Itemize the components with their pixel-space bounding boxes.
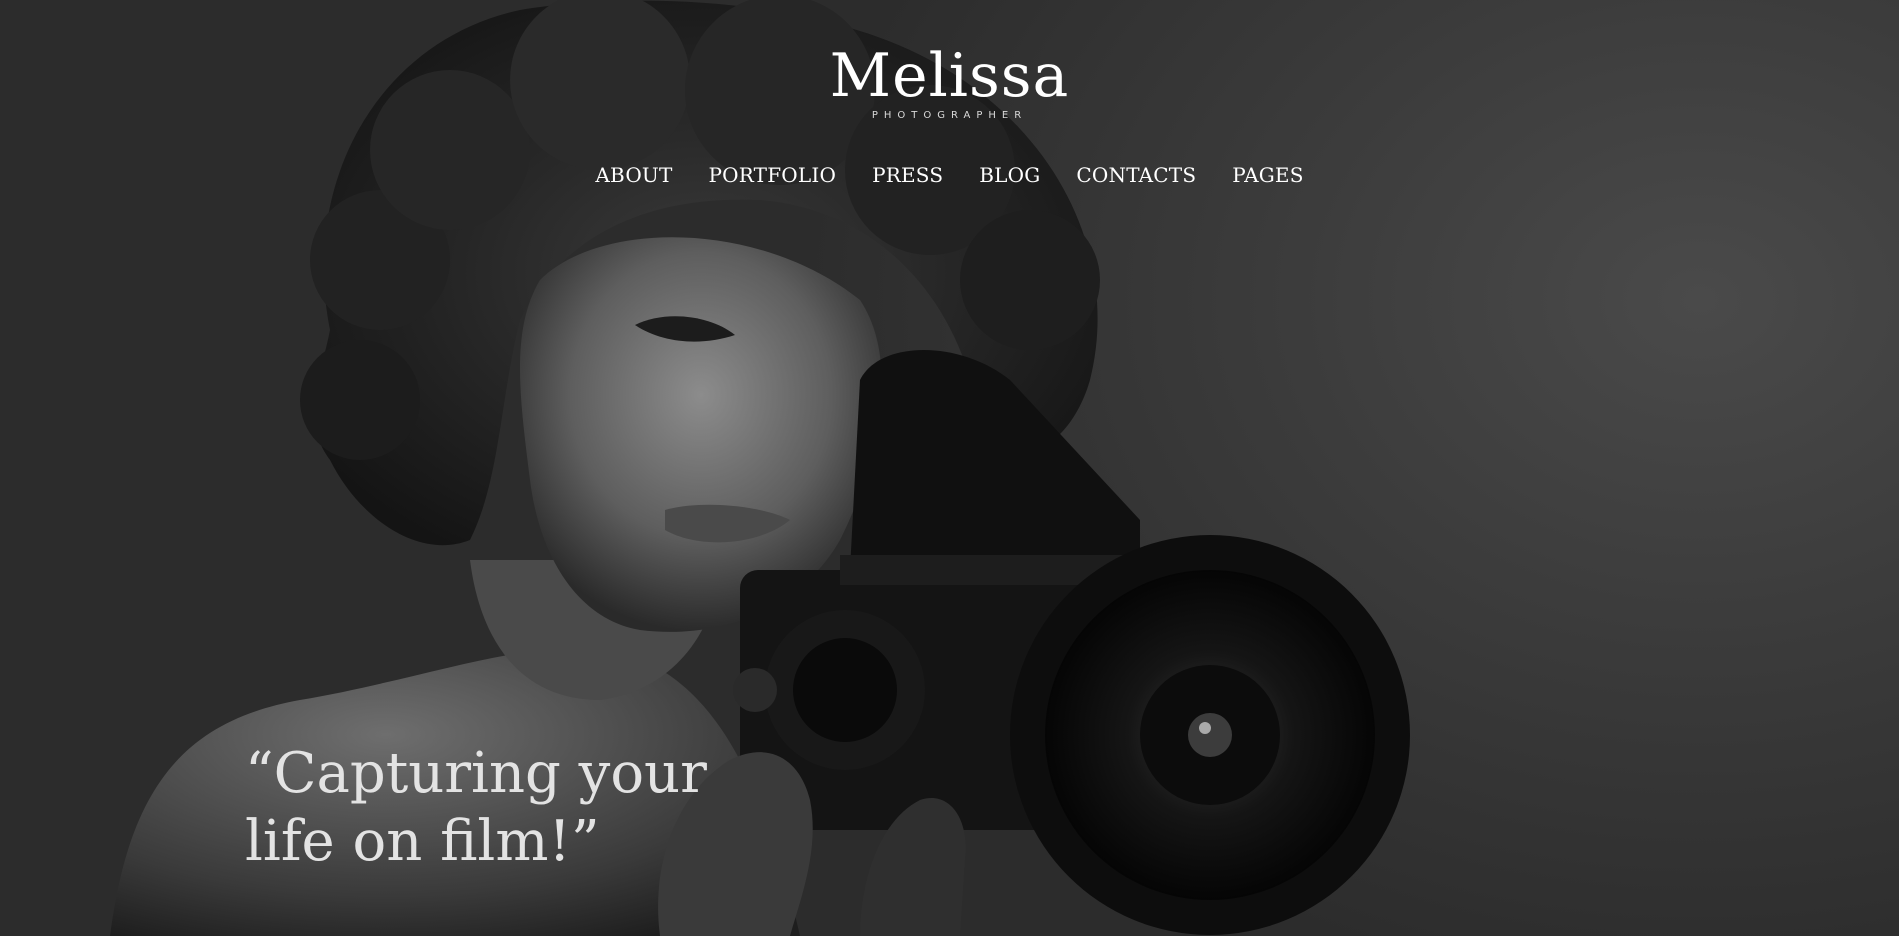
logo-tagline: PHOTOGRAPHER [871,110,1028,121]
hero-section: Melissa PHOTOGRAPHER ABOUT PORTFOLIO PRE… [0,0,1899,936]
nav-item-blog[interactable]: BLOG [979,163,1040,187]
nav-item-contacts[interactable]: CONTACTS [1076,163,1196,187]
main-nav: ABOUT PORTFOLIO PRESS BLOG CONTACTS PAGE… [0,163,1899,187]
site-logo[interactable]: Melissa PHOTOGRAPHER [0,46,1899,121]
nav-item-press[interactable]: PRESS [872,163,943,187]
nav-item-portfolio[interactable]: PORTFOLIO [709,163,837,187]
nav-item-pages[interactable]: PAGES [1232,163,1303,187]
logo-name: Melissa [829,41,1070,111]
hero-quote: “Capturing your life on film!” [245,741,707,874]
nav-item-about[interactable]: ABOUT [595,163,672,187]
